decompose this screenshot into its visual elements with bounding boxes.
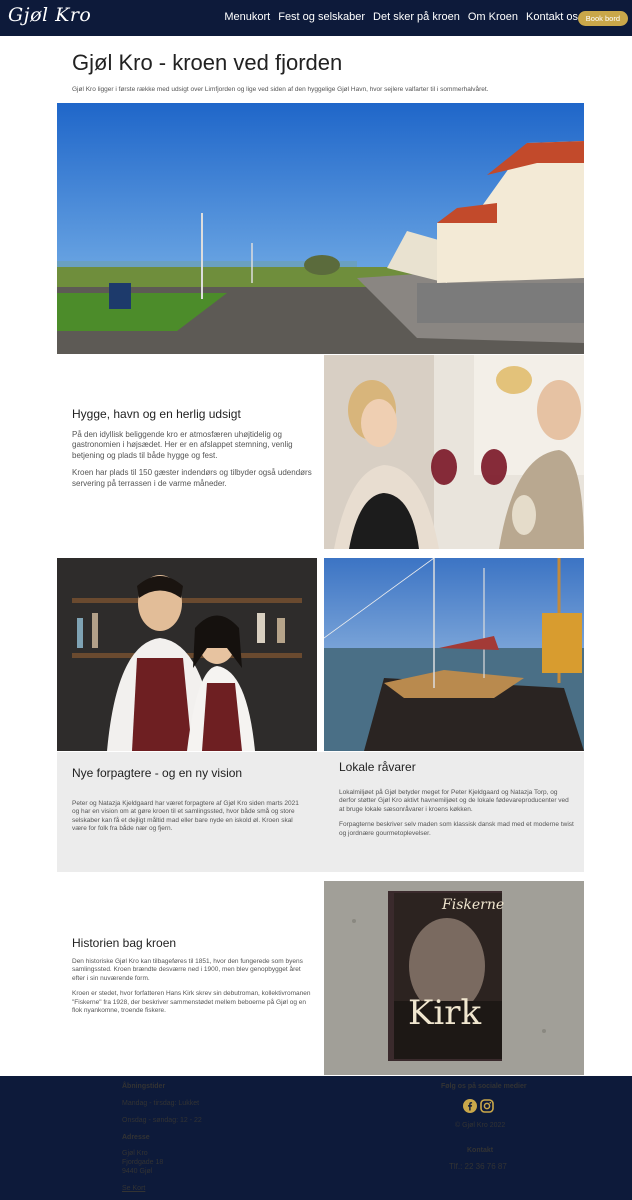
social-heading: Følg os på sociale medier <box>441 1083 527 1090</box>
page-title: Gjøl Kro - kroen ved fjorden <box>72 50 343 75</box>
section-text-hygge: På den idyllisk beliggende kro er atmosf… <box>72 430 312 496</box>
nav-item-menukort[interactable]: Menukort <box>224 11 270 23</box>
section-text-raavarer: Lokalmiljøet på Gjøl betyder meget for P… <box>339 789 574 845</box>
facebook-icon[interactable] <box>463 1099 477 1113</box>
site-footer <box>0 1076 632 1200</box>
section-text-historien: Den historiske Gjøl Kro kan tilbageføres… <box>72 958 312 1023</box>
section-title-raavarer: Lokale råvarer <box>339 760 416 774</box>
section-title-historien: Historien bag kroen <box>72 936 177 950</box>
main-menu: Menukort Fest og selskaber Det sker på k… <box>224 11 578 23</box>
address-heading: Adresse <box>122 1134 150 1141</box>
address-line-3: 9440 Gjøl <box>122 1168 153 1175</box>
hygge-paragraph-1: På den idyllisk beliggende kro er atmosf… <box>72 430 293 460</box>
hygge-paragraph-2: Kroen har plads til 150 gæster indendørs… <box>72 468 312 488</box>
section-text-forpagtere: Peter og Natazja Kjeldgaard har været fo… <box>72 800 307 841</box>
couple-wine-image <box>324 355 584 549</box>
nav-item-events[interactable]: Det sker på kroen <box>373 11 460 23</box>
intro-text: Gjøl Kro ligger i første række med udsig… <box>72 86 489 93</box>
nav-item-kontakt[interactable]: Kontakt os <box>526 11 578 23</box>
nav-item-fest[interactable]: Fest og selskaber <box>278 11 365 23</box>
copyright-text: © Gjøl Kro 2022 <box>455 1122 506 1129</box>
book-author: Kirk <box>408 993 482 1033</box>
nav-item-om-kroen[interactable]: Om Kroen <box>468 11 518 23</box>
phone-number[interactable]: Tlf.: 22 36 76 87 <box>449 1162 507 1173</box>
map-link[interactable]: Se Kort <box>122 1184 145 1193</box>
new-owners-image <box>57 558 317 751</box>
site-logo[interactable]: Gjøl Kro <box>8 4 91 26</box>
hero-image <box>57 103 584 354</box>
section-title-hygge: Hygge, havn og en herlig udsigt <box>72 407 241 421</box>
raavarer-paragraph-1: Lokalmiljøet på Gjøl betyder meget for P… <box>339 789 569 813</box>
book-table-button[interactable]: Book bord <box>577 11 628 26</box>
historien-paragraph-2: Kroen er stedet, hvor forfatteren Hans K… <box>72 990 311 1015</box>
instagram-icon[interactable] <box>480 1099 494 1113</box>
forpagtere-paragraph-1: Peter og Natazja Kjeldgaard har været fo… <box>72 800 299 833</box>
book-title: Fiskerne <box>442 897 505 913</box>
top-navigation: Gjøl Kro Menukort Fest og selskaber Det … <box>0 0 632 36</box>
book-image: Fiskerne Kirk <box>324 881 584 1075</box>
hours-line-2: Onsdag - søndag: 12 - 22 <box>122 1117 202 1124</box>
hours-heading: Åbningstider <box>122 1083 166 1090</box>
historien-paragraph-1: Den historiske Gjøl Kro kan tilbageføres… <box>72 958 303 982</box>
raavarer-paragraph-2: Forpagterne beskriver selv maden som kla… <box>339 821 574 837</box>
harbour-boats-image <box>324 558 584 751</box>
hours-line-1: Mandag - tirsdag: Lukket <box>122 1100 200 1107</box>
section-title-forpagtere: Nye forpagtere - og en ny vision <box>72 766 243 780</box>
contact-heading: Kontakt <box>467 1147 494 1154</box>
social-links <box>463 1099 494 1113</box>
